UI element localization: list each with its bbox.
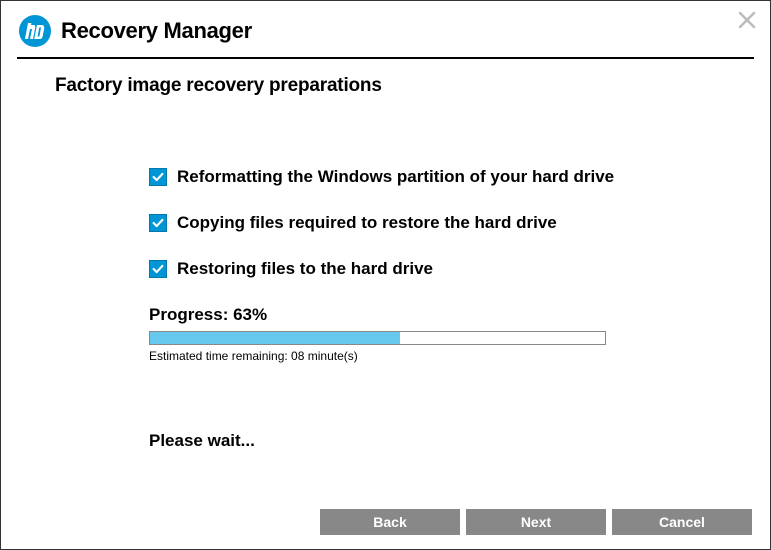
wait-text: Please wait... [149,431,770,451]
step-restore: Restoring files to the hard drive [149,259,770,279]
progress-fill [150,332,400,344]
step-label: Copying files required to restore the ha… [177,213,557,233]
button-bar: Back Next Cancel [320,509,752,535]
header: Recovery Manager [1,1,770,57]
back-button[interactable]: Back [320,509,460,535]
progress-section: Progress: 63% Estimated time remaining: … [149,305,770,363]
checkmark-icon [149,168,167,186]
hp-logo-icon [19,15,51,47]
page-subtitle: Factory image recovery preparations [1,59,770,97]
progress-bar [149,331,606,345]
step-copy: Copying files required to restore the ha… [149,213,770,233]
progress-label: Progress: 63% [149,305,770,325]
next-button[interactable]: Next [466,509,606,535]
close-icon[interactable] [736,9,758,31]
cancel-button[interactable]: Cancel [612,509,752,535]
time-remaining: Estimated time remaining: 08 minute(s) [149,349,770,363]
checkmark-icon [149,260,167,278]
app-title: Recovery Manager [61,18,252,44]
step-label: Reformatting the Windows partition of yo… [177,167,614,187]
step-reformat: Reformatting the Windows partition of yo… [149,167,770,187]
content-area: Reformatting the Windows partition of yo… [1,97,770,451]
step-label: Restoring files to the hard drive [177,259,433,279]
checkmark-icon [149,214,167,232]
